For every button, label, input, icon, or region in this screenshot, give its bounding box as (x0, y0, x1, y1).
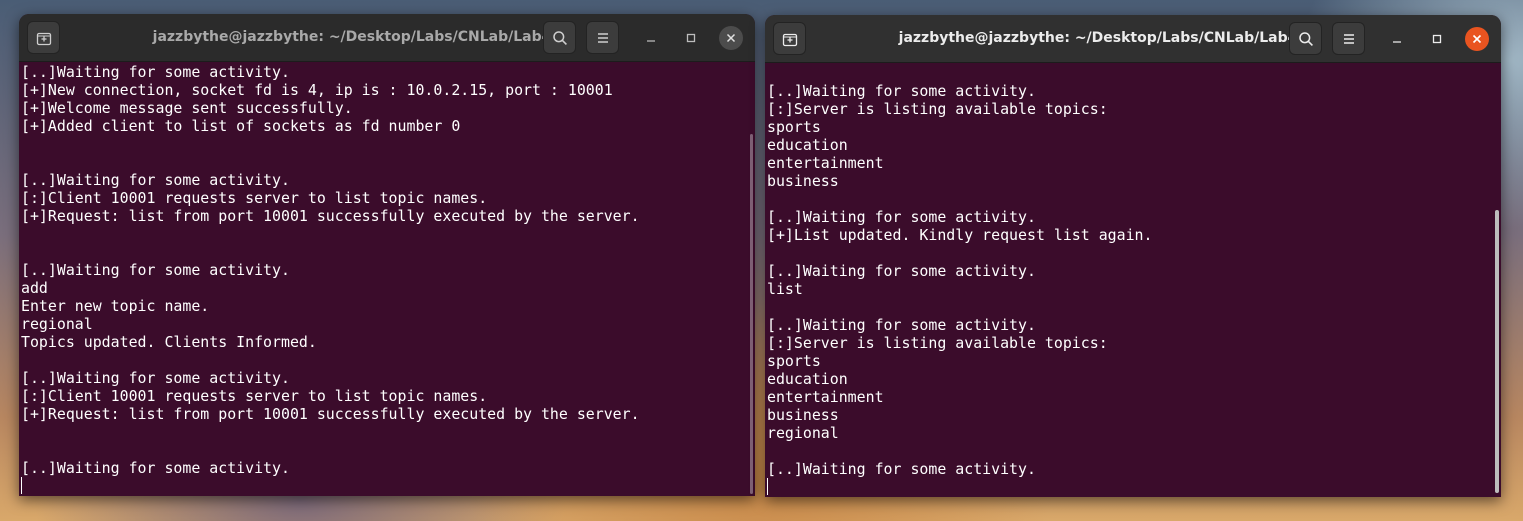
terminal-output[interactable]: [..]Waiting for some activity. [+]New con… (19, 62, 755, 496)
terminal-line: [+]List updated. Kindly request list aga… (767, 226, 1153, 244)
terminal-line: [..]Waiting for some activity. (767, 460, 1036, 478)
titlebar[interactable]: jazzbythe@jazzbythe: ~/Desktop/Labs/CNLa… (19, 14, 755, 62)
terminal-line: business (767, 172, 839, 190)
terminal-line: [+]New connection, socket fd is 4, ip is… (21, 81, 613, 99)
terminal-line: add (21, 279, 48, 297)
terminal-line: regional (21, 315, 93, 333)
terminal-line: entertainment (767, 388, 884, 406)
minimize-button[interactable] (639, 26, 663, 50)
prompt-line[interactable] (21, 477, 755, 495)
close-icon (726, 33, 736, 43)
text-cursor (767, 478, 768, 495)
terminal-window-left[interactable]: jazzbythe@jazzbythe: ~/Desktop/Labs/CNLa… (19, 14, 755, 496)
search-button[interactable] (543, 21, 576, 54)
terminal-line: [+]Request: list from port 10001 success… (21, 207, 640, 225)
close-button[interactable] (1465, 27, 1489, 51)
terminal-line: sports (767, 118, 821, 136)
close-icon (1472, 34, 1482, 44)
search-button[interactable] (1289, 22, 1322, 55)
scrollbar[interactable] (750, 134, 753, 494)
terminal-line: list (767, 280, 803, 298)
terminal-line: [:]Client 10001 requests server to list … (21, 189, 488, 207)
terminal-line: [..]Waiting for some activity. (21, 369, 290, 387)
terminal-line: [+]Request: list from port 10001 success… (21, 405, 640, 423)
menu-button[interactable] (586, 21, 619, 54)
titlebar[interactable]: jazzbythe@jazzbythe: ~/Desktop/Labs/CNLa… (765, 15, 1501, 63)
hamburger-menu-icon (597, 32, 608, 43)
terminal-window-right[interactable]: jazzbythe@jazzbythe: ~/Desktop/Labs/CNLa… (765, 15, 1501, 497)
minimize-button[interactable] (1385, 27, 1409, 51)
terminal-line: [..]Waiting for some activity. (21, 171, 290, 189)
terminal-line: [..]Waiting for some activity. (767, 208, 1036, 226)
new-tab-button[interactable] (773, 22, 806, 55)
minimize-icon (1393, 41, 1401, 43)
scrollbar[interactable] (1495, 210, 1499, 493)
terminal-line: [..]Waiting for some activity. (21, 261, 290, 279)
terminal-line: [..]Waiting for some activity. (767, 316, 1036, 334)
terminal-line: [:]Client 10001 requests server to list … (21, 387, 488, 405)
new-tab-icon (36, 32, 51, 45)
window-title: jazzbythe@jazzbythe: ~/Desktop/Labs/CNLa… (152, 29, 552, 45)
maximize-button[interactable] (679, 26, 703, 50)
search-icon (552, 30, 567, 45)
text-cursor (21, 477, 22, 494)
terminal-line: [+]Welcome message sent successfully. (21, 99, 353, 117)
terminal-output[interactable]: [..]Waiting for some activity. [:]Server … (765, 63, 1501, 497)
search-icon (1298, 31, 1313, 46)
terminal-line: [..]Waiting for some activity. (21, 63, 290, 81)
close-button[interactable] (719, 26, 743, 50)
terminal-line: entertainment (767, 154, 884, 172)
terminal-line: Topics updated. Clients Informed. (21, 333, 317, 351)
terminal-line: education (767, 136, 848, 154)
terminal-line: [+]Added client to list of sockets as fd… (21, 117, 461, 135)
terminal-line: sports (767, 352, 821, 370)
terminal-line: regional (767, 424, 839, 442)
minimize-icon (647, 40, 655, 42)
terminal-line: [..]Waiting for some activity. (21, 459, 290, 477)
window-title: jazzbythe@jazzbythe: ~/Desktop/Labs/CNLa… (898, 30, 1298, 46)
maximize-icon (686, 33, 696, 43)
terminal-line: Enter new topic name. (21, 297, 210, 315)
terminal-line: [:]Server is listing available topics: (767, 100, 1108, 118)
terminal-line: business (767, 406, 839, 424)
menu-button[interactable] (1332, 22, 1365, 55)
maximize-icon (1432, 34, 1442, 44)
new-tab-icon (782, 33, 797, 46)
terminal-line: [:]Server is listing available topics: (767, 334, 1108, 352)
terminal-line: [..]Waiting for some activity. (767, 82, 1036, 100)
maximize-button[interactable] (1425, 27, 1449, 51)
prompt-line[interactable] (767, 478, 1501, 496)
terminal-line: education (767, 370, 848, 388)
new-tab-button[interactable] (27, 21, 60, 54)
terminal-line: [..]Waiting for some activity. (767, 262, 1036, 280)
hamburger-menu-icon (1343, 33, 1354, 44)
